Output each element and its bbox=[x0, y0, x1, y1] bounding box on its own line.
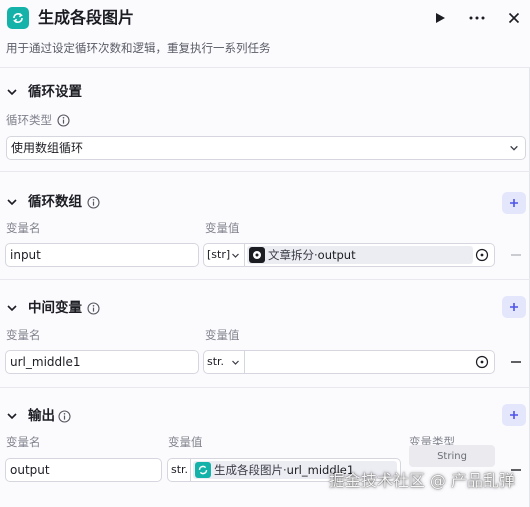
more-icon bbox=[469, 16, 485, 20]
reference-source: 生成各段图片 bbox=[214, 463, 283, 477]
plus-icon bbox=[510, 303, 518, 311]
add-output-button[interactable] bbox=[502, 404, 526, 426]
loop-settings-header[interactable]: 循环设置 bbox=[0, 78, 530, 108]
reference-output: output bbox=[317, 248, 356, 262]
plus-icon bbox=[510, 199, 518, 207]
column-header-name: 变量名 bbox=[6, 221, 41, 235]
panel-header: 生成各段图片 用于通过设定循环次数和逻辑，重复执行一系列任务 bbox=[0, 0, 530, 68]
plus-icon bbox=[510, 411, 518, 419]
variable-name-input[interactable]: output bbox=[5, 458, 162, 482]
target-icon[interactable] bbox=[475, 355, 489, 369]
chevron-down-icon bbox=[510, 145, 518, 151]
type-label: [str] bbox=[207, 248, 231, 261]
column-header-value: 变量值 bbox=[168, 435, 203, 449]
intermediate-header[interactable]: 中间变量 bbox=[0, 294, 530, 324]
type-label: str. bbox=[207, 355, 225, 368]
chevron-down-icon bbox=[7, 305, 17, 312]
info-icon[interactable] bbox=[87, 196, 100, 209]
section-title: 循环设置 bbox=[28, 84, 82, 100]
loop-array-section: 循环数组 变量名 变量值 input [str] 文章拆分 · output bbox=[0, 172, 530, 280]
variable-value-reference[interactable]: 文章拆分 · output bbox=[245, 243, 495, 267]
column-header-name: 变量名 bbox=[6, 435, 41, 449]
variable-type-select[interactable]: str. bbox=[203, 350, 245, 374]
output-header[interactable]: 输出 bbox=[0, 402, 530, 432]
more-button[interactable] bbox=[465, 6, 489, 30]
section-title: 循环数组 bbox=[28, 194, 82, 210]
info-icon[interactable] bbox=[87, 302, 100, 315]
loop-type-value: 使用数组循环 bbox=[11, 141, 84, 155]
doc-split-icon bbox=[249, 247, 265, 263]
remove-icon[interactable] bbox=[509, 355, 523, 369]
close-button[interactable] bbox=[502, 6, 526, 30]
type-label: str. bbox=[171, 463, 189, 476]
run-button[interactable] bbox=[428, 6, 452, 30]
chevron-down-icon bbox=[232, 360, 239, 365]
loop-type-label: 循环类型 bbox=[6, 113, 52, 127]
watermark: 掘金技术社区 @ 产品乱弹 bbox=[328, 471, 515, 490]
variable-type-select[interactable]: [str] bbox=[203, 243, 245, 267]
chevron-down-icon bbox=[7, 413, 17, 420]
loop-icon bbox=[7, 7, 29, 29]
reference-source: 文章拆分 bbox=[268, 248, 314, 262]
remove-icon[interactable] bbox=[509, 248, 523, 262]
add-intermediate-button[interactable] bbox=[502, 296, 526, 318]
intermediate-variable-section: 中间变量 变量名 变量值 url_middle1 str. bbox=[0, 280, 530, 388]
node-config-panel: 生成各段图片 用于通过设定循环次数和逻辑，重复执行一系列任务 循环设置 循环类型… bbox=[0, 0, 530, 507]
variable-type-select[interactable]: str. bbox=[167, 458, 191, 482]
chevron-down-icon bbox=[7, 199, 17, 206]
node-description: 用于通过设定循环次数和逻辑，重复执行一系列任务 bbox=[6, 41, 271, 55]
variable-name-input[interactable]: url_middle1 bbox=[5, 350, 199, 374]
chevron-down-icon bbox=[232, 253, 239, 258]
loop-type-select[interactable]: 使用数组循环 bbox=[6, 136, 526, 160]
page-title: 生成各段图片 bbox=[38, 8, 135, 27]
chevron-down-icon bbox=[7, 89, 17, 96]
target-icon[interactable] bbox=[475, 248, 489, 262]
variable-name-input[interactable]: input bbox=[5, 243, 199, 267]
section-title: 输出 bbox=[28, 408, 55, 424]
variable-value-input[interactable] bbox=[245, 350, 495, 374]
add-loop-array-button[interactable] bbox=[502, 192, 526, 214]
info-icon[interactable] bbox=[58, 410, 71, 423]
close-icon bbox=[508, 12, 520, 24]
column-header-name: 变量名 bbox=[6, 328, 41, 342]
section-title: 中间变量 bbox=[28, 300, 82, 316]
loop-array-header[interactable]: 循环数组 bbox=[0, 188, 530, 218]
play-icon bbox=[436, 13, 445, 23]
column-header-value: 变量值 bbox=[205, 221, 240, 235]
variable-type-chip: String bbox=[409, 445, 495, 467]
reference-tag: 文章拆分 · output bbox=[247, 246, 473, 264]
info-icon[interactable] bbox=[57, 114, 70, 127]
loop-icon bbox=[195, 462, 211, 478]
column-header-value: 变量值 bbox=[205, 328, 240, 342]
